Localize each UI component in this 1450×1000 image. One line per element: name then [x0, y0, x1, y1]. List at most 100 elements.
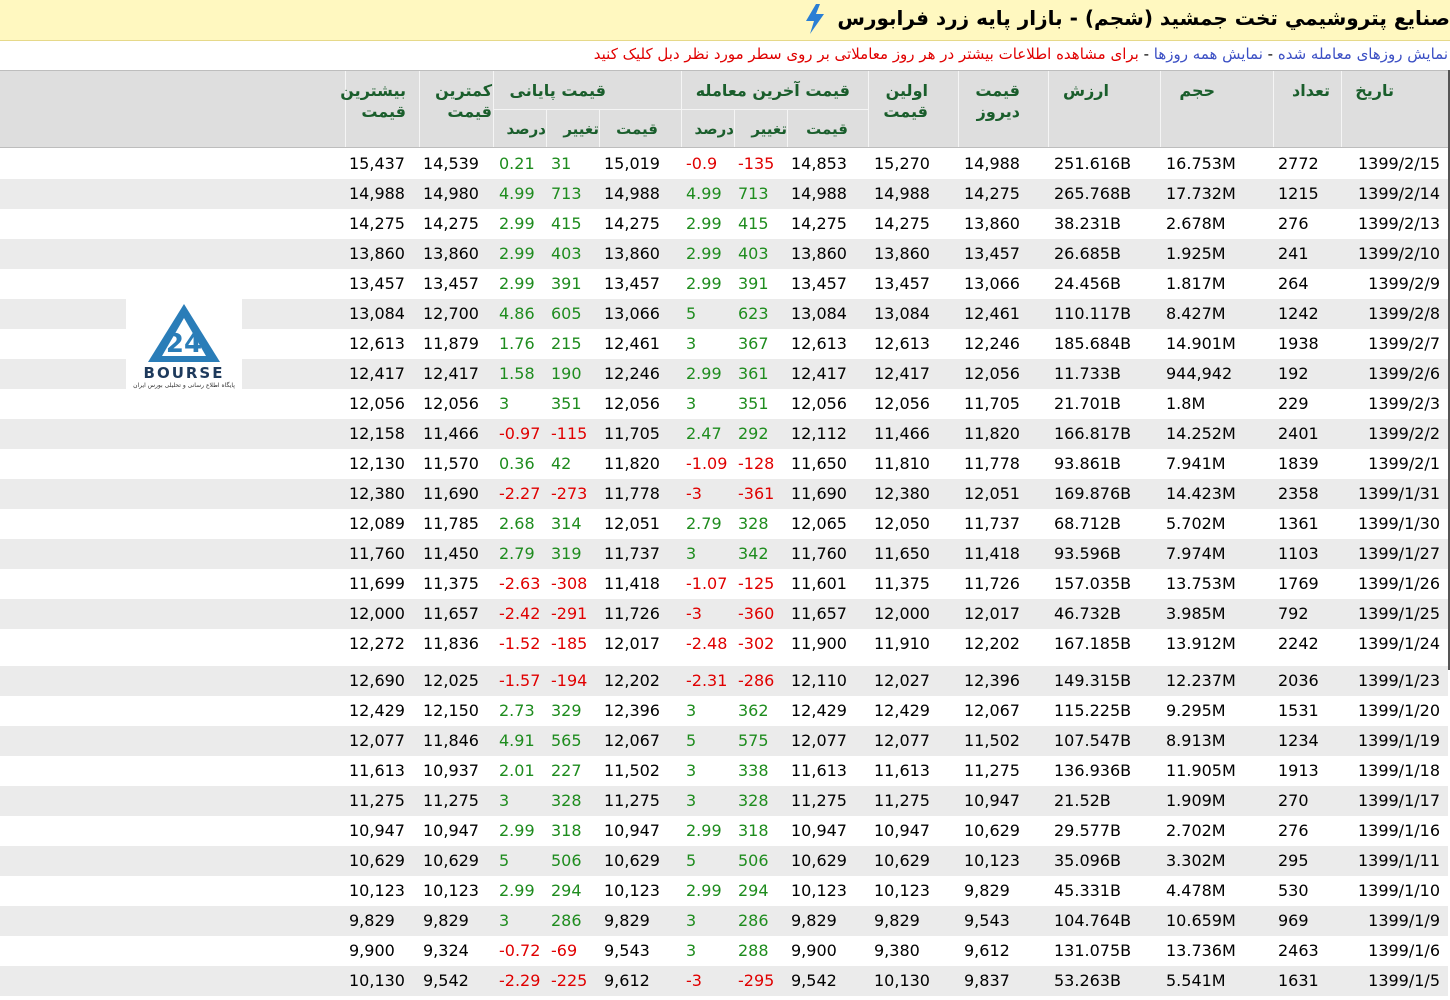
cell-max-price: 13,457: [349, 274, 405, 293]
table-row[interactable]: 1399/1/18 1913 11.905M 136.936B 11,275 11,613…: [0, 756, 1448, 786]
header-date[interactable]: تاریخ: [1342, 80, 1394, 101]
table-row[interactable]: 1399/1/6 2463 13.736M 131.075B 9,612 9,380 9,9…: [0, 936, 1448, 966]
header-closing-change[interactable]: تغییر: [547, 119, 599, 140]
table-row[interactable]: 1399/2/14 1215 17.732M 265.768B 14,275 14,988…: [0, 179, 1448, 209]
table-row[interactable]: 1399/2/13 276 2.678M 38.231B 13,860 14,275 14,…: [0, 209, 1448, 239]
cell-value: 265.768B: [1054, 184, 1132, 203]
table-row[interactable]: 1399/2/9 264 1.817M 24.456B 13,066 13,457 13,4…: [0, 269, 1448, 299]
table-row[interactable]: 1399/1/19 1234 8.913M 107.547B 11,502 12,077 1…: [0, 726, 1448, 756]
table-row[interactable]: 1399/1/26 1769 13.753M 157.035B 11,726 11,375…: [0, 569, 1448, 599]
cell-max-price: 12,429: [349, 701, 405, 720]
cell-closing-percent: 1.76: [499, 334, 535, 353]
header-count[interactable]: تعداد: [1274, 80, 1330, 101]
cell-last-price: 12,417: [791, 364, 847, 383]
cell-min-price: 10,947: [423, 821, 479, 840]
cell-yesterday-price: 12,056: [964, 364, 1020, 383]
cell-last-percent: 2.99: [686, 364, 722, 383]
cell-date: 1399/1/10: [1357, 881, 1440, 900]
header-closing-price[interactable]: قیمت: [600, 119, 658, 140]
cell-value: 110.117B: [1054, 304, 1132, 323]
cell-last-price: 9,542: [791, 971, 837, 990]
cell-last-percent: 3: [686, 334, 697, 353]
cell-closing-price: 12,067: [604, 731, 660, 750]
table-row[interactable]: 1399/1/11 295 3.302M 35.096B 10,123 10,629 10,…: [0, 846, 1448, 876]
header-value[interactable]: ارزش: [1049, 80, 1109, 101]
header-yesterday[interactable]: قیمت دیروز: [960, 80, 1020, 122]
cell-date: 1399/1/23: [1357, 671, 1440, 690]
cell-volume: 16.753M: [1166, 154, 1236, 173]
header-last-price[interactable]: قیمت: [788, 119, 848, 140]
cell-count: 2401: [1278, 424, 1319, 443]
cell-last-change: 367: [738, 334, 769, 353]
table-row[interactable]: 1399/1/9 969 10.659M 104.764B 9,543 9,829 9,82…: [0, 906, 1448, 936]
cell-last-change: -361: [738, 484, 775, 503]
cell-min-price: 12,150: [423, 701, 479, 720]
table-row[interactable]: 1399/1/17 270 1.909M 21.52B 10,947 11,275 11,2…: [0, 786, 1448, 816]
table-row[interactable]: 1399/2/2 2401 14.252M 166.817B 11,820 11,466 1…: [0, 419, 1448, 449]
header-closing-percent[interactable]: درصد: [494, 119, 547, 140]
cell-yesterday-price: 11,502: [964, 731, 1020, 750]
cell-closing-change: 319: [551, 544, 582, 563]
link-traded-days[interactable]: نمایش روزهای معامله شده: [1278, 45, 1448, 63]
cell-max-price: 11,613: [349, 761, 405, 780]
header-last-trade[interactable]: قیمت آخرین معامله: [682, 80, 850, 101]
header-min[interactable]: کمترین قیمت: [420, 80, 492, 122]
table-row[interactable]: 1399/1/5 1631 5.541M 53.263B 9,837 10,130 9,54…: [0, 966, 1448, 996]
cell-closing-change: 329: [551, 701, 582, 720]
cell-last-price: 13,457: [791, 274, 847, 293]
cell-first-price: 13,457: [874, 274, 930, 293]
cell-count: 270: [1278, 791, 1309, 810]
cell-yesterday-price: 11,275: [964, 761, 1020, 780]
cell-closing-percent: 4.99: [499, 184, 535, 203]
cell-value: 131.075B: [1054, 941, 1132, 960]
header-last-percent[interactable]: درصد: [682, 119, 735, 140]
cell-max-price: 11,275: [349, 791, 405, 810]
table-row[interactable]: 1399/1/24 2242 13.912M 167.185B 12,202 11,910…: [0, 629, 1448, 659]
cell-date: 1399/2/13: [1357, 214, 1440, 233]
header-max[interactable]: بیشترین قیمت: [340, 80, 406, 122]
header-first-price[interactable]: اولین قیمت: [870, 80, 928, 122]
cell-max-price: 14,988: [349, 184, 405, 203]
table-row[interactable]: 1399/2/1 1839 7.941M 93.861B 11,778 11,810 11,…: [0, 449, 1448, 479]
cell-max-price: 12,000: [349, 604, 405, 623]
table-row[interactable]: 1399/1/31 2358 14.423M 169.876B 12,051 12,380…: [0, 479, 1448, 509]
table-row[interactable]: 1399/1/10 530 4.478M 45.331B 9,829 10,123 10,1…: [0, 876, 1448, 906]
cell-volume: 10.659M: [1166, 911, 1236, 930]
link-all-days[interactable]: نمایش همه روزها: [1154, 45, 1263, 63]
cell-yesterday-price: 10,629: [964, 821, 1020, 840]
cell-last-price: 12,077: [791, 731, 847, 750]
cell-last-price: 10,629: [791, 851, 847, 870]
cell-last-price: 11,690: [791, 484, 847, 503]
cell-volume: 14.901M: [1166, 334, 1236, 353]
cell-value: 24.456B: [1054, 274, 1121, 293]
cell-date: 1399/2/8: [1368, 304, 1440, 323]
cell-min-price: 13,457: [423, 274, 479, 293]
cell-last-percent: 2.79: [686, 514, 722, 533]
cell-closing-change: 42: [551, 454, 572, 473]
cell-last-price: 11,900: [791, 634, 847, 653]
cell-last-price: 14,853: [791, 154, 847, 173]
cell-value: 149.315B: [1054, 671, 1132, 690]
cell-last-change: -125: [738, 574, 775, 593]
table-row[interactable]: 1399/1/25 792 3.985M 46.732B 12,017 12,000 11,…: [0, 599, 1448, 629]
cell-closing-percent: 0.36: [499, 454, 535, 473]
cell-closing-percent: -0.97: [499, 424, 541, 443]
table-row[interactable]: 1399/1/23 2036 12.237M 149.315B 12,396 12,027…: [0, 666, 1448, 696]
header-last-change[interactable]: تغییر: [735, 119, 787, 140]
table-row[interactable]: 1399/1/20 1531 9.295M 115.225B 12,067 12,429 1…: [0, 696, 1448, 726]
cell-count: 276: [1278, 214, 1309, 233]
cell-max-price: 15,437: [349, 154, 405, 173]
cell-last-change: 338: [738, 761, 769, 780]
table-row[interactable]: 1399/2/10 241 1.925M 26.685B 13,457 13,860 13,…: [0, 239, 1448, 269]
table-row[interactable]: 1399/1/30 1361 5.702M 68.712B 11,737 12,050 12…: [0, 509, 1448, 539]
cell-last-change: 403: [738, 244, 769, 263]
cell-date: 1399/1/27: [1357, 544, 1440, 563]
table-row[interactable]: 1399/2/15 2772 16.753M 251.616B 14,988 15,270…: [0, 149, 1448, 179]
table-row[interactable]: 1399/1/16 276 2.702M 29.577B 10,629 10,947 10,…: [0, 816, 1448, 846]
header-volume[interactable]: حجم: [1161, 80, 1215, 101]
cell-date: 1399/1/31: [1357, 484, 1440, 503]
cell-last-change: 506: [738, 851, 769, 870]
cell-volume: 17.732M: [1166, 184, 1236, 203]
header-closing[interactable]: قیمت پایانی: [494, 80, 606, 101]
table-row[interactable]: 1399/1/27 1103 7.974M 93.596B 11,418 11,650 11…: [0, 539, 1448, 569]
